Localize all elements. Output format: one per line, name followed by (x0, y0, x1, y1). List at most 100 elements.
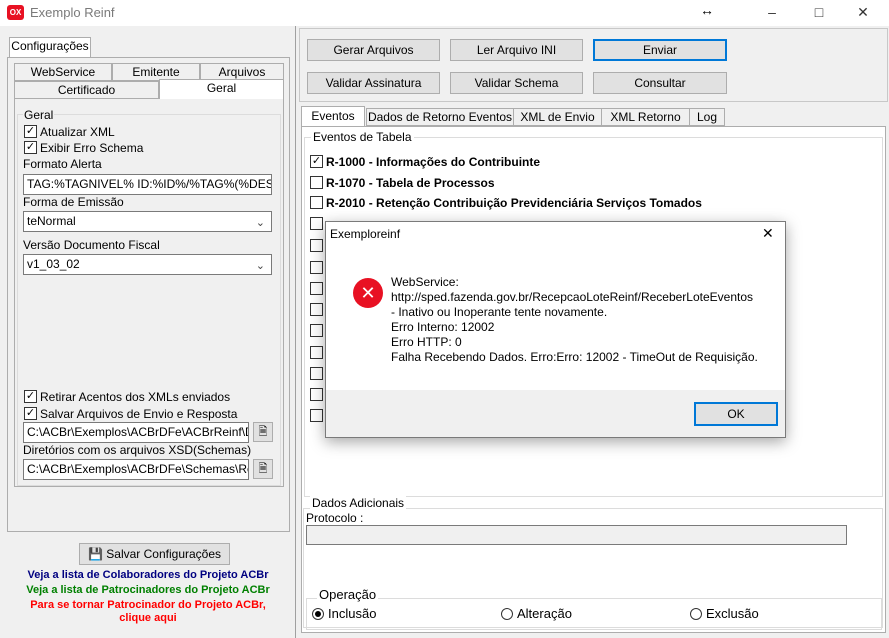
event-checkbox[interactable] (310, 217, 323, 230)
dados-adicionais-title: Dados Adicionais (310, 496, 407, 510)
close-button[interactable]: ✕ (840, 0, 886, 26)
save-icon: 💾 (87, 547, 103, 561)
ok-button[interactable]: OK (694, 402, 778, 426)
link-colaboradores[interactable]: Veja a lista de Colaboradores do Projeto… (0, 569, 296, 581)
dialog-title: Exemploreinf (330, 227, 401, 241)
tab-configuracoes[interactable]: Configurações (9, 37, 91, 58)
resize-cursor-icon: ↔ (700, 2, 714, 18)
tab-label: Log (696, 110, 718, 124)
maximize-button[interactable]: □ (796, 0, 842, 26)
event-checkbox-r1070[interactable] (310, 176, 323, 189)
dialog-message: WebService: http://sped.fazenda.gov.br/R… (391, 275, 758, 364)
folder-icon: 🗎 (258, 463, 268, 475)
versao-label: Versão Documento Fiscal (23, 238, 160, 252)
tab-label: Dados de Retorno Eventos (367, 110, 513, 124)
event-checkbox[interactable] (310, 346, 323, 359)
tab-label: Certificado (57, 83, 116, 97)
event-checkbox[interactable] (310, 303, 323, 316)
dialog-close-icon[interactable]: ✕ (762, 225, 774, 242)
link-patrocinar-line1[interactable]: Para se tornar Patrocinador do Projeto A… (0, 599, 296, 611)
link-patrocinar-line2[interactable]: clique aqui (0, 612, 296, 624)
path-envio-input[interactable]: C:\ACBr\Exemplos\ACBrDFe\ACBrReinf\Delph… (23, 422, 249, 443)
minimize-button[interactable]: – (749, 0, 795, 26)
event-checkbox[interactable] (310, 388, 323, 401)
tab-dados-retorno[interactable]: Dados de Retorno Eventos (366, 108, 514, 126)
event-label-r1070: R-1070 - Tabela de Processos (326, 176, 495, 190)
protocolo-label: Protocolo : (306, 511, 364, 525)
tab-label: WebService (30, 65, 96, 79)
retirar-acentos-checkbox[interactable]: ✓ (24, 390, 37, 403)
event-label-r2010: R-2010 - Retenção Contribuição Previdenc… (326, 196, 702, 210)
group-title: Geral (23, 108, 55, 122)
tab-label: XML Retorno (610, 110, 681, 124)
operacao-group (306, 598, 882, 630)
event-checkbox-r1000[interactable]: ✓ (310, 155, 323, 168)
tab-label: Arquivos (218, 65, 266, 79)
tab-label: XML de Envio (520, 110, 595, 124)
event-checkbox[interactable] (310, 367, 323, 380)
event-label-r1000: R-1000 - Informações do Contribuinte (326, 155, 541, 169)
exibir-erro-label: Exibir Erro Schema (40, 141, 144, 155)
salvar-arquivos-checkbox[interactable]: ✓ (24, 407, 37, 420)
error-icon: ✕ (353, 278, 383, 308)
folder-icon: 🗎 (258, 426, 268, 438)
dialog-footer: OK (326, 390, 785, 437)
exclusao-label: Exclusão (706, 606, 759, 621)
eventos-group-title: Eventos de Tabela (311, 130, 414, 144)
salvar-arquivos-label: Salvar Arquivos de Envio e Resposta (40, 407, 238, 421)
chevron-down-icon: ⌄ (255, 260, 265, 272)
error-dialog: Exemploreinf ✕ ✕ WebService: http://sped… (325, 221, 786, 438)
consultar-button[interactable]: Consultar (593, 72, 727, 94)
atualizar-xml-checkbox[interactable]: ✓ (24, 125, 37, 138)
versao-value: v1_03_02 (27, 257, 80, 271)
protocolo-input[interactable] (306, 525, 847, 545)
browse-envio-button[interactable]: 🗎 (253, 422, 273, 442)
ler-arquivo-ini-button[interactable]: Ler Arquivo INI (450, 39, 583, 61)
alteracao-label: Alteração (517, 606, 572, 621)
tab-xml-retorno[interactable]: XML Retorno (601, 108, 690, 126)
path-schemas-input[interactable]: C:\ACBr\Exemplos\ACBrDFe\Schemas\Reinf (23, 459, 249, 480)
tab-geral[interactable]: Geral (159, 79, 284, 99)
exclusao-radio[interactable] (690, 608, 702, 620)
forma-emissao-value: teNormal (27, 214, 76, 228)
retirar-acentos-label: Retirar Acentos dos XMLs enviados (40, 390, 231, 404)
tab-eventos[interactable]: Eventos (301, 106, 365, 127)
tab-label: Configurações (11, 39, 89, 53)
left-panel: Configurações WebService Emitente Arquiv… (0, 26, 296, 638)
tab-label: Eventos (311, 109, 355, 123)
event-checkbox[interactable] (310, 261, 323, 274)
gerar-arquivos-button[interactable]: Gerar Arquivos (307, 39, 440, 61)
operacao-title: Operação (317, 587, 379, 602)
chevron-down-icon: ⌄ (255, 217, 265, 229)
exibir-erro-checkbox[interactable]: ✓ (24, 141, 37, 154)
title-bar: OX Exemplo Reinf ↔ – □ ✕ (0, 0, 889, 26)
event-checkbox[interactable] (310, 282, 323, 295)
dir-schemas-label: Diretórios com os arquivos XSD(Schemas) (23, 443, 252, 457)
event-checkbox[interactable] (310, 239, 323, 252)
tab-certificado[interactable]: Certificado (14, 81, 159, 99)
atualizar-xml-label: Atualizar XML (40, 125, 115, 139)
link-patrocinadores[interactable]: Veja a lista de Patrocinadores do Projet… (0, 584, 296, 596)
alteracao-radio[interactable] (501, 608, 513, 620)
salvar-configuracoes-label: Salvar Configurações (106, 547, 222, 561)
forma-emissao-select[interactable]: teNormal ⌄ (23, 211, 272, 232)
event-checkbox[interactable] (310, 324, 323, 337)
validar-schema-button[interactable]: Validar Schema (450, 72, 583, 94)
tab-log[interactable]: Log (689, 108, 725, 126)
forma-emissao-label: Forma de Emissão (23, 195, 124, 209)
event-checkbox[interactable] (310, 409, 323, 422)
tab-label: Geral (206, 81, 237, 95)
browse-schemas-button[interactable]: 🗎 (253, 459, 273, 479)
window-title: Exemplo Reinf (30, 5, 115, 20)
inclusao-radio[interactable] (312, 608, 324, 620)
enviar-button[interactable]: Enviar (593, 39, 727, 61)
versao-select[interactable]: v1_03_02 ⌄ (23, 254, 272, 275)
tab-label: Emitente (132, 65, 180, 79)
salvar-configuracoes-button[interactable]: 💾 Salvar Configurações (79, 543, 230, 565)
event-checkbox-r2010[interactable] (310, 196, 323, 209)
inclusao-label: Inclusão (328, 606, 377, 621)
formato-alerta-input[interactable]: TAG:%TAGNIVEL% ID:%ID%/%TAG%(%DESCRI (23, 174, 272, 195)
tab-webservice[interactable]: WebService (14, 63, 112, 81)
validar-assinatura-button[interactable]: Validar Assinatura (307, 72, 440, 94)
tab-xml-envio[interactable]: XML de Envio (513, 108, 602, 126)
